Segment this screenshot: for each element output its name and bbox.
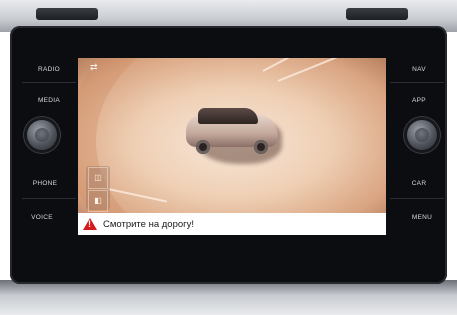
- tune-knob[interactable]: [407, 120, 437, 150]
- warning-triangle-icon: [83, 218, 97, 230]
- media-button[interactable]: MEDIA: [29, 97, 69, 104]
- dashboard-bottom: [0, 280, 457, 315]
- car-wheel: [254, 140, 268, 154]
- warning-text: Смотрите на дорогу!: [103, 218, 194, 230]
- car-button[interactable]: CAR: [399, 180, 439, 187]
- camera-controls: ◫ ◧: [86, 166, 110, 212]
- camera-view-icon[interactable]: ◫: [88, 167, 108, 189]
- volume-knob[interactable]: [27, 120, 57, 150]
- camera-switch-icon[interactable]: ◧: [88, 190, 108, 212]
- radio-button[interactable]: RADIO: [29, 66, 69, 73]
- divider: [22, 82, 76, 83]
- divider: [390, 198, 444, 199]
- parking-sensor-icon[interactable]: ⇄: [90, 62, 110, 78]
- voice-button[interactable]: VOICE: [22, 214, 62, 221]
- air-vent-left: [36, 8, 98, 20]
- phone-button[interactable]: PHONE: [25, 180, 65, 187]
- menu-button[interactable]: MENU: [402, 214, 442, 221]
- divider: [22, 198, 76, 199]
- app-button[interactable]: APP: [399, 97, 439, 104]
- area-view-camera-screen[interactable]: ⇄ ◫ ◧: [78, 58, 386, 213]
- divider: [390, 82, 444, 83]
- air-vent-right: [346, 8, 408, 20]
- car-roof: [198, 108, 258, 124]
- car-wheel: [196, 140, 210, 154]
- warning-bar: Смотрите на дорогу!: [78, 213, 386, 235]
- nav-button[interactable]: NAV: [399, 66, 439, 73]
